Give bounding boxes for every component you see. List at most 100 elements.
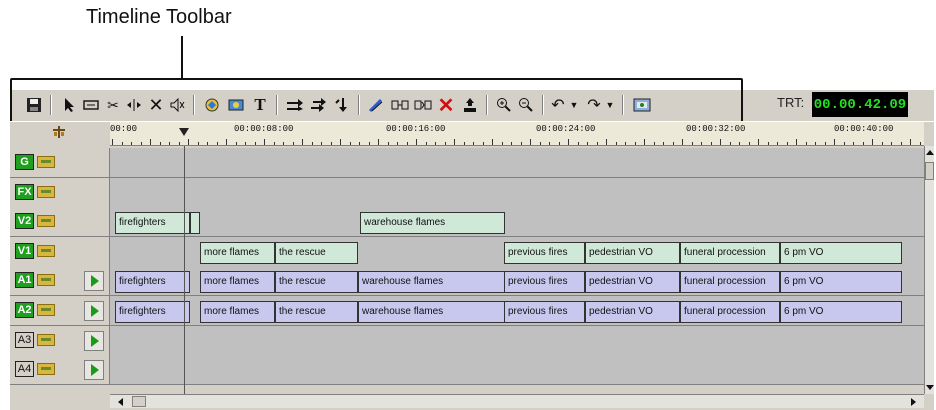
timeline-clip[interactable]: previous fires xyxy=(504,271,585,294)
timeline-clip[interactable]: the rescue xyxy=(275,271,358,294)
track-toggle-fx[interactable]: FX xyxy=(15,183,34,200)
track-lock-icon[interactable] xyxy=(37,185,55,198)
replace-icon[interactable] xyxy=(333,94,353,116)
ripple-edit-icon[interactable] xyxy=(82,94,100,116)
track-header-g[interactable]: G xyxy=(10,148,110,178)
track-lane-a3[interactable] xyxy=(110,325,924,356)
title-icon[interactable]: T xyxy=(250,94,270,116)
zoom-in-icon[interactable] xyxy=(494,94,514,116)
track-lane-a1[interactable]: firefighters more flames the rescue warehou… xyxy=(110,266,924,297)
overwrite-icon[interactable] xyxy=(309,94,329,116)
timeline-clip[interactable]: warehouse flames xyxy=(358,271,505,294)
timeline-clip[interactable]: previous fires xyxy=(504,241,585,264)
track-header-v2[interactable]: V2 xyxy=(10,207,110,238)
razor-icon[interactable]: ✂ xyxy=(104,94,122,116)
save-icon[interactable] xyxy=(24,94,44,116)
track-lock-icon[interactable] xyxy=(37,244,55,257)
scroll-right-icon[interactable] xyxy=(911,398,916,406)
timeline-clip[interactable]: more flames xyxy=(200,241,275,264)
lift-icon[interactable] xyxy=(460,94,480,116)
timeline-clip[interactable]: 6 pm VO xyxy=(780,271,902,294)
split-clip-icon[interactable] xyxy=(390,94,410,116)
insert-icon[interactable] xyxy=(285,94,305,116)
zoom-out-icon[interactable] xyxy=(516,94,536,116)
track-lane-a4[interactable] xyxy=(110,355,924,386)
timeline-clip[interactable]: previous fires xyxy=(504,301,585,323)
track-toggle-a4[interactable]: A4 xyxy=(15,361,34,378)
vertical-scrollbar[interactable] xyxy=(924,146,934,394)
track-toggle-v1[interactable]: V1 xyxy=(15,242,34,259)
timeline-clip[interactable]: the rescue xyxy=(275,301,358,323)
track-lane-v1[interactable]: more flames the rescue previous fires pedes… xyxy=(110,236,924,267)
track-header-a3[interactable]: A3 xyxy=(10,325,110,356)
track-lane-fx[interactable] xyxy=(110,177,924,208)
timeline-clip[interactable]: warehouse flames xyxy=(358,301,505,323)
scroll-left-icon[interactable] xyxy=(118,398,123,406)
scroll-up-icon[interactable] xyxy=(926,150,934,155)
pointer-icon[interactable] xyxy=(60,94,78,116)
timeline-clip[interactable]: 6 pm VO xyxy=(780,301,902,323)
timeline-clip[interactable]: firefighters xyxy=(115,301,190,323)
time-ruler[interactable]: 00:00 00:00:08:00 00:00:16:00 00:00:24:00 00… xyxy=(110,122,924,146)
track-header-a2[interactable]: A2 xyxy=(10,296,110,326)
mute-icon[interactable] xyxy=(168,94,186,116)
timeline-clip[interactable]: firefighters xyxy=(115,271,190,294)
timeline-clip[interactable]: funeral procession xyxy=(680,301,780,323)
audio-play-icon[interactable] xyxy=(84,271,104,292)
timeline-clip[interactable]: 6 pm VO xyxy=(780,241,902,264)
track-header-fx[interactable]: FX xyxy=(10,177,110,208)
track-lock-icon[interactable] xyxy=(37,274,55,287)
undo-dropdown-icon[interactable]: ▼ xyxy=(568,94,580,116)
track-lock-icon[interactable] xyxy=(37,333,55,346)
slip-icon[interactable] xyxy=(125,94,143,116)
track-toggle-a1[interactable]: A1 xyxy=(15,272,34,289)
track-lock-icon[interactable] xyxy=(37,156,55,168)
timeline-clip[interactable] xyxy=(190,212,200,235)
timeline-clip[interactable]: pedestrian VO xyxy=(585,301,680,323)
delete-icon[interactable]: ✕ xyxy=(147,94,165,116)
scroll-down-icon[interactable] xyxy=(926,385,934,390)
track-header-a1[interactable]: A1 xyxy=(10,266,110,297)
timeline-clip[interactable]: funeral procession xyxy=(680,241,780,264)
timeline-clip[interactable]: more flames xyxy=(200,301,275,323)
trim-icon[interactable] xyxy=(366,94,386,116)
effects-icon[interactable] xyxy=(202,94,222,116)
audio-play-icon[interactable] xyxy=(84,301,104,321)
settings-icon[interactable] xyxy=(632,94,652,116)
track-toggle-g[interactable]: G xyxy=(15,154,34,170)
ruler-time-label: 00:00:08:00 xyxy=(234,124,294,134)
audio-play-icon[interactable] xyxy=(84,330,104,351)
track-toggle-a2[interactable]: A2 xyxy=(15,302,34,318)
timeline-clip[interactable]: firefighters xyxy=(115,212,190,235)
join-clip-icon[interactable] xyxy=(413,94,433,116)
track-toggle-v2[interactable]: V2 xyxy=(15,213,34,230)
audio-play-icon[interactable] xyxy=(84,360,104,381)
clear-icon[interactable]: ✕ xyxy=(436,94,456,117)
playhead-line[interactable] xyxy=(184,146,185,394)
undo-icon[interactable]: ↶ xyxy=(548,94,568,116)
track-lane-g[interactable] xyxy=(110,148,924,178)
ruler-tick xyxy=(767,142,769,145)
timeline-clip[interactable]: funeral procession xyxy=(680,271,780,294)
redo-icon[interactable]: ↷ xyxy=(584,94,604,116)
vertical-scroll-thumb[interactable] xyxy=(925,162,934,180)
track-lock-icon[interactable] xyxy=(37,215,55,228)
timeline-clip[interactable]: pedestrian VO xyxy=(585,241,680,264)
timeline-clip[interactable]: warehouse flames xyxy=(360,212,505,235)
track-lane-v2[interactable]: firefighters warehouse flames xyxy=(110,207,924,238)
horizontal-scrollbar[interactable] xyxy=(110,394,924,408)
transition-icon[interactable] xyxy=(226,94,246,116)
track-lane-a2[interactable]: firefighters more flames the rescue warehou… xyxy=(110,296,924,326)
track-lock-icon[interactable] xyxy=(37,363,55,376)
horizontal-scroll-thumb[interactable] xyxy=(132,396,146,407)
track-header-a4[interactable]: A4 xyxy=(10,355,110,386)
playhead-marker-icon[interactable] xyxy=(179,128,189,136)
redo-dropdown-icon[interactable]: ▼ xyxy=(604,94,616,116)
track-toggle-a3[interactable]: A3 xyxy=(15,331,34,348)
timeline-clip[interactable]: pedestrian VO xyxy=(585,271,680,294)
timeline-clip[interactable]: the rescue xyxy=(275,241,358,264)
audio-scale-icon[interactable] xyxy=(10,122,108,146)
track-header-v1[interactable]: V1 xyxy=(10,236,110,267)
timeline-clip[interactable]: more flames xyxy=(200,271,275,294)
track-lock-icon[interactable] xyxy=(37,304,55,316)
